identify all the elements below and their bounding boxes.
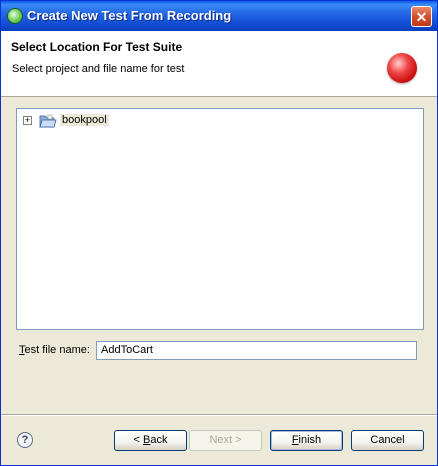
back-button[interactable]: < Back — [114, 430, 187, 451]
test-file-name-input[interactable]: AddToCart — [96, 341, 417, 360]
expand-icon[interactable]: + — [23, 116, 32, 125]
finish-button[interactable]: Finish — [270, 430, 343, 451]
wizard-header: Select Location For Test Suite Select pr… — [1, 31, 437, 97]
title-bar[interactable]: Create New Test From Recording ✕ — [1, 1, 437, 31]
test-file-label-rest: est file name: — [24, 344, 90, 356]
test-file-label: Test file name: — [19, 344, 90, 356]
close-icon: ✕ — [415, 9, 428, 25]
finish-mnemonic: F — [291, 434, 299, 446]
cancel-button[interactable]: Cancel — [351, 430, 424, 451]
record-ball-icon — [387, 53, 417, 83]
project-tree[interactable]: + bookpool — [16, 108, 424, 330]
finish-rest: inish — [298, 434, 322, 446]
window-title: Create New Test From Recording — [27, 8, 232, 23]
open-folder-icon — [39, 114, 57, 128]
back-rest: ack — [150, 434, 168, 446]
app-icon — [7, 8, 23, 24]
page-description: Select project and file name for test — [12, 63, 185, 75]
next-label: Next > — [209, 434, 242, 446]
page-title: Select Location For Test Suite — [11, 40, 183, 54]
tree-item-label: bookpool — [60, 114, 109, 126]
test-file-row: Test file name: AddToCart — [19, 341, 419, 361]
close-button[interactable]: ✕ — [411, 6, 432, 27]
button-bar-separator — [1, 414, 437, 416]
back-prefix: < — [133, 434, 143, 446]
dialog-window: Create New Test From Recording ✕ Select … — [0, 0, 438, 466]
cancel-label: Cancel — [370, 434, 405, 446]
help-button[interactable]: ? — [17, 432, 33, 448]
help-icon: ? — [21, 434, 29, 446]
next-button[interactable]: Next > — [189, 430, 262, 451]
